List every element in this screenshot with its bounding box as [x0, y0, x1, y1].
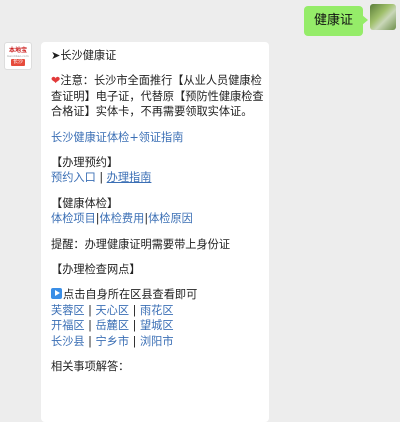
exam-header: 【健康体检】 [51, 196, 119, 210]
district-link-kaifu[interactable]: 开福区 [51, 319, 85, 332]
bot-avatar-city: 长沙 [10, 58, 25, 66]
district-link-tianxin[interactable]: 天心区 [95, 304, 129, 317]
exam-items-link[interactable]: 体检项目 [51, 212, 96, 225]
outgoing-message-row: 健康证 [303, 4, 396, 36]
district-link-yuhua[interactable]: 雨花区 [140, 304, 174, 317]
notice-line-3: 合格证】实体卡，不再需要领取实体证。 [51, 105, 253, 119]
incoming-message-row: 本地宝 bendibao.com 长沙 ➤长沙健康证 ❤注意：长沙市全面推行【从… [4, 42, 269, 422]
district-separator: | [84, 319, 96, 333]
points-header: 【办理检查网点】 [51, 263, 141, 277]
district-link-ningxiang[interactable]: 宁乡市 [95, 335, 129, 348]
district-separator: | [129, 319, 140, 333]
guide-link[interactable]: 长沙健康证体检+领证指南 [51, 130, 259, 145]
reminder-text: 提醒：办理健康证明需要带上身份证 [51, 237, 231, 251]
appointment-entry-link[interactable]: 预约入口 [51, 171, 96, 184]
district-separator: | [129, 303, 140, 317]
incoming-message-bubble: ➤长沙健康证 ❤注意：长沙市全面推行【从业人员健康检 查证明】电子证，代替原【预… [41, 42, 269, 422]
message-title: ➤长沙健康证 [51, 49, 117, 62]
district-separator: | [129, 334, 140, 348]
exam-reason-link[interactable]: 体检原因 [148, 212, 193, 225]
points-hint: 点击自身所在区县查看即可 [51, 287, 259, 302]
related-questions-label: 相关事项解答： [51, 360, 130, 374]
appointment-guide-link[interactable]: 办理指南 [107, 171, 152, 184]
play-icon [51, 288, 62, 300]
bot-avatar-title: 本地宝 [8, 46, 27, 54]
bot-avatar-subtitle: bendibao.com [7, 53, 29, 58]
outgoing-message-bubble[interactable]: 健康证 [303, 6, 369, 36]
district-link-yuelu[interactable]: 岳麓区 [95, 319, 129, 332]
district-row: 开福区 | 岳麓区 | 望城区 [51, 318, 259, 333]
notice-line-1: ❤注意：长沙市全面推行【从业人员健康检 [51, 73, 262, 88]
appointment-links: 预约入口 | 办理指南 [51, 170, 259, 185]
heart-icon: ❤ [51, 74, 61, 88]
exam-fee-link[interactable]: 体检费用 [100, 212, 145, 225]
appointment-header: 【办理预约】 [51, 156, 119, 170]
district-link-changsha-county[interactable]: 长沙县 [51, 335, 85, 348]
bot-avatar[interactable]: 本地宝 bendibao.com 长沙 [4, 42, 32, 70]
district-row: 芙蓉区 | 天心区 | 雨花区 [51, 303, 259, 318]
notice-text-1: 注意：长沙市全面推行【从业人员健康检 [60, 74, 262, 88]
district-row: 长沙县 | 宁乡市 | 浏阳市 [51, 334, 259, 349]
district-link-liuyang[interactable]: 浏阳市 [140, 335, 174, 348]
district-separator: | [84, 334, 96, 348]
district-separator: | [84, 303, 96, 317]
exam-links: 体检项目|体检费用|体检原因 [51, 211, 259, 226]
user-avatar[interactable] [370, 4, 396, 30]
notice-line-2: 查证明】电子证，代替原【预防性健康检查 [51, 89, 264, 103]
appointment-separator: | [95, 171, 107, 185]
district-link-furong[interactable]: 芙蓉区 [51, 304, 85, 317]
district-link-wangcheng[interactable]: 望城区 [140, 319, 174, 332]
points-hint-text: 点击自身所在区县查看即可 [63, 288, 198, 302]
